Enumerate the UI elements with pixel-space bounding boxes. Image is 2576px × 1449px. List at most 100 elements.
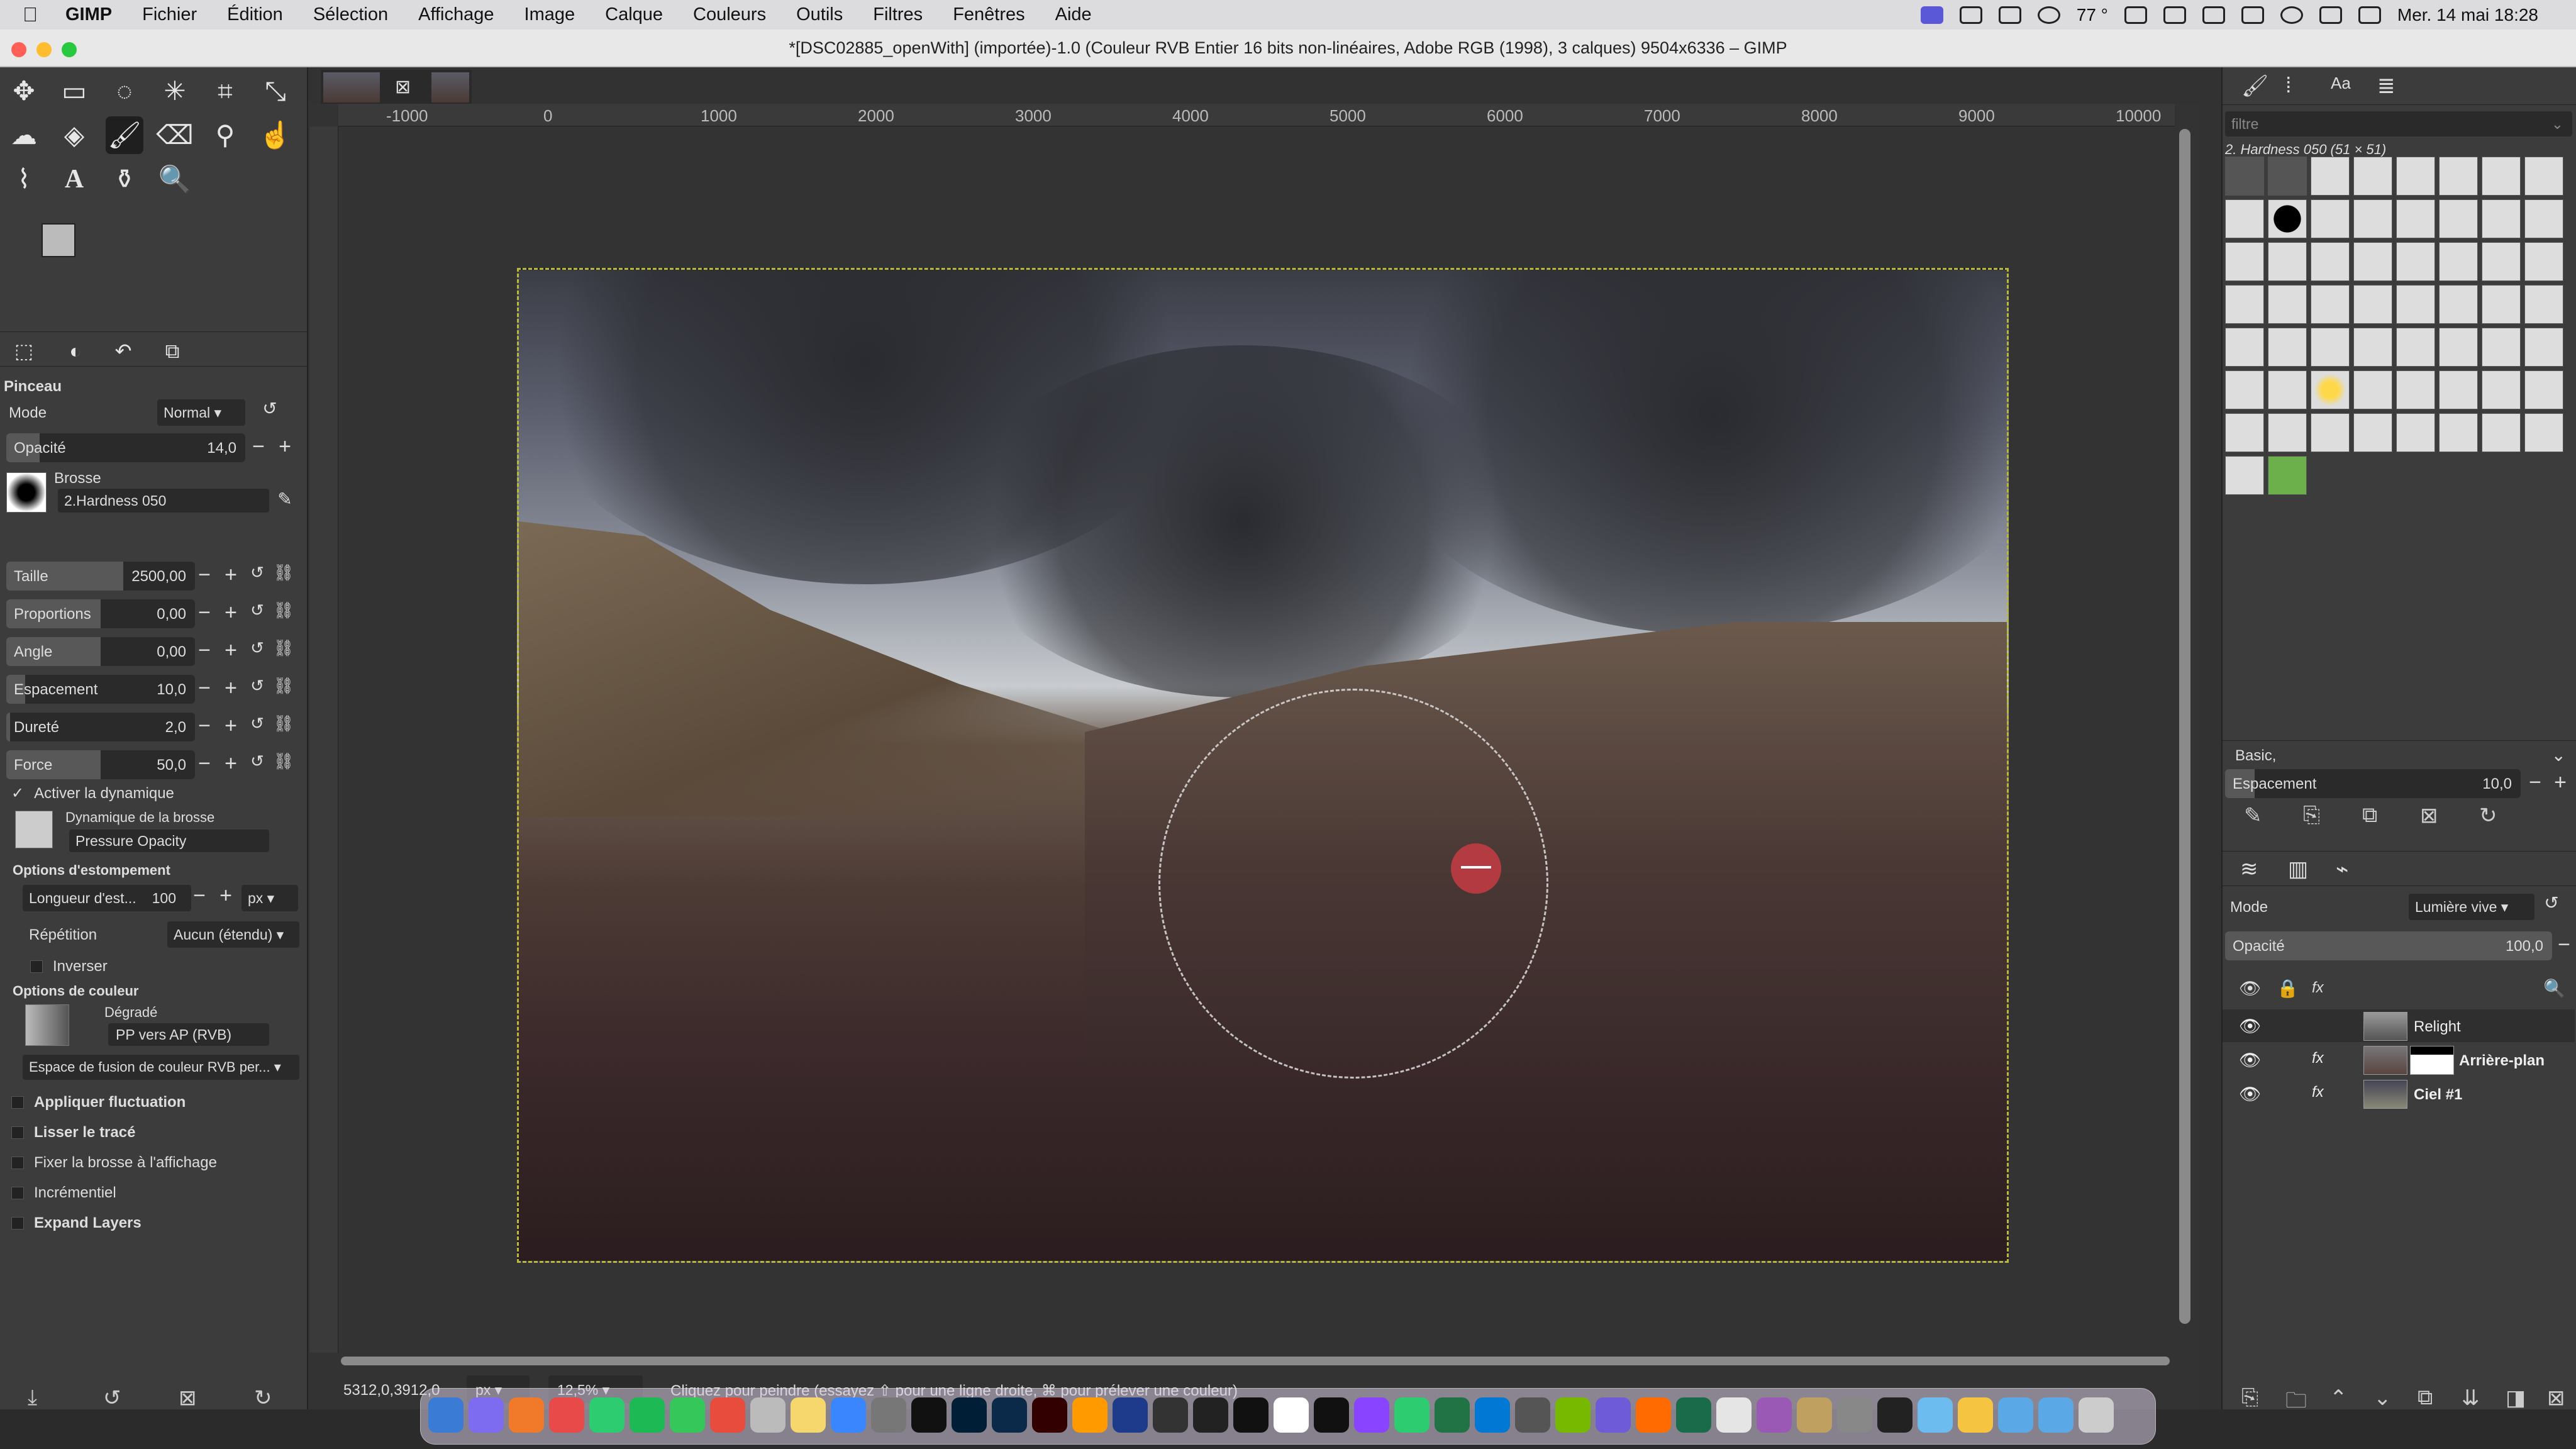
bucket-fill-tool-icon[interactable]: ◈: [55, 116, 93, 154]
brush-preset[interactable]: [2482, 199, 2521, 238]
dock-app-icon[interactable]: [630, 1397, 665, 1433]
warp-tool-icon[interactable]: ☁: [5, 116, 43, 154]
dock-app-icon[interactable]: [1113, 1397, 1148, 1433]
fade-length-field[interactable]: Longueur d'est... 100: [23, 885, 191, 911]
duplicate-brush-icon[interactable]: ⧉: [2362, 803, 2377, 828]
crop-tool-icon[interactable]: ⌗: [206, 72, 244, 110]
foreground-color-swatch[interactable]: [42, 223, 75, 257]
decrease-button[interactable]: −: [192, 714, 216, 738]
dock-app-icon[interactable]: [1555, 1397, 1591, 1433]
link-icon[interactable]: ⛓: [272, 638, 296, 658]
menu-couleurs[interactable]: Couleurs: [693, 4, 766, 25]
fx-icon[interactable]: fx: [2312, 1050, 2324, 1067]
brush-preset[interactable]: [2524, 285, 2563, 324]
menu-aide[interactable]: Aide: [1055, 4, 1092, 25]
new-layer-icon[interactable]: ⎘: [2241, 1385, 2258, 1410]
camera-icon[interactable]: [1959, 6, 1982, 24]
dock-app-icon[interactable]: [589, 1397, 625, 1433]
layer-name[interactable]: Ciel #1: [2414, 1086, 2462, 1104]
restore-preset-icon[interactable]: ↺: [103, 1385, 121, 1411]
brush-preset[interactable]: [2396, 157, 2435, 196]
brush-preset[interactable]: [2353, 413, 2392, 452]
dock-app-icon[interactable]: [1596, 1397, 1631, 1433]
window-titlebar[interactable]: *[DSC02885_openWith] (importée)-1.0 (Cou…: [0, 30, 2576, 67]
mode-reset-icon[interactable]: ↺: [258, 398, 282, 419]
mode-dropdown[interactable]: Normal ▾: [157, 399, 245, 426]
lock-header-icon[interactable]: 🔒: [2277, 978, 2299, 999]
reset-icon[interactable]: ↺: [245, 752, 269, 771]
channels-tab-icon[interactable]: ▥: [2288, 857, 2308, 882]
dock-app-icon[interactable]: [469, 1397, 504, 1433]
dock-app-icon[interactable]: [549, 1397, 584, 1433]
fade-length-decrease[interactable]: −: [187, 884, 211, 908]
dock-app-icon[interactable]: [1797, 1397, 1832, 1433]
dock-app-icon[interactable]: [831, 1397, 866, 1433]
visibility-header-icon[interactable]: 👁: [2239, 978, 2262, 999]
expand-layers-checkbox[interactable]: Expand Layers: [11, 1214, 142, 1232]
menu-image[interactable]: Image: [525, 4, 575, 25]
dock-app-icon[interactable]: [1716, 1397, 1752, 1433]
eye-icon[interactable]: 👁: [2239, 1016, 2262, 1036]
user-icon[interactable]: [2280, 6, 2303, 24]
brush-preset[interactable]: [2396, 370, 2435, 409]
apply-jitter-checkbox[interactable]: Appliquer fluctuation: [11, 1094, 186, 1111]
increase-button[interactable]: +: [219, 563, 243, 587]
dock-app-icon[interactable]: [2079, 1397, 2114, 1433]
duplicate-layer-icon[interactable]: ⧉: [2418, 1385, 2433, 1410]
brush-preset[interactable]: [2353, 199, 2392, 238]
dock-app-icon[interactable]: [1918, 1397, 1953, 1433]
layer-name[interactable]: Arrière-plan: [2459, 1052, 2545, 1070]
images-tab-icon[interactable]: ⧉: [153, 332, 191, 370]
brush-preset[interactable]: [2439, 199, 2478, 238]
dynamics-preview-icon[interactable]: [15, 811, 53, 848]
reset-icon[interactable]: ↺: [245, 714, 269, 733]
screen-mirroring-icon[interactable]: [1920, 6, 1943, 24]
brush-preset[interactable]: [2396, 328, 2435, 367]
volume-icon[interactable]: [2319, 6, 2342, 24]
brush-preset[interactable]: [2482, 328, 2521, 367]
brush-preset[interactable]: [2225, 199, 2264, 238]
brush-preset[interactable]: [2524, 370, 2563, 409]
dock-app-icon[interactable]: [992, 1397, 1027, 1433]
brush-preset[interactable]: [2524, 242, 2563, 281]
brush-preset[interactable]: [2524, 328, 2563, 367]
eye-icon[interactable]: 👁: [2239, 1084, 2262, 1104]
layer-row[interactable]: 👁 fx Ciel #1: [2223, 1077, 2575, 1110]
horizontal-scrollbar[interactable]: [338, 1353, 2175, 1367]
fx-header-icon[interactable]: fx: [2312, 979, 2324, 997]
transform-tool-icon[interactable]: ⤡: [257, 72, 294, 110]
brush-preset[interactable]: [2311, 413, 2350, 452]
link-icon[interactable]: ⛓: [272, 563, 296, 582]
horizontal-ruler[interactable]: -1000 0 1000 2000 3000 4000 5000 6000 7000 8000 90…: [338, 104, 2175, 126]
clock[interactable]: Mer. 14 mai 18:28: [2397, 5, 2538, 25]
reset-icon[interactable]: ↺: [245, 676, 269, 696]
slider-3[interactable]: Espacement 10,0: [6, 675, 195, 704]
decrease-button[interactable]: −: [192, 563, 216, 587]
brush-preset[interactable]: [2353, 242, 2392, 281]
reset-icon[interactable]: ↺: [245, 638, 269, 658]
brush-preset[interactable]: [2524, 199, 2563, 238]
menu-filtres[interactable]: Filtres: [873, 4, 923, 25]
link-icon[interactable]: ⛓: [272, 676, 296, 696]
dynamics-field[interactable]: Pressure Opacity: [69, 830, 269, 852]
dock-app-icon[interactable]: [509, 1397, 544, 1433]
menu-app-gimp[interactable]: GIMP: [65, 4, 112, 25]
brush-preset[interactable]: [2268, 456, 2307, 495]
gradient-preview[interactable]: [25, 1004, 69, 1046]
dock-app-icon[interactable]: [750, 1397, 786, 1433]
slider-2[interactable]: Angle 0,00: [6, 637, 195, 666]
paths-tool-icon[interactable]: ⌇: [5, 160, 43, 198]
dock-app-icon[interactable]: [1877, 1397, 1913, 1433]
dock-app-icon[interactable]: [428, 1397, 464, 1433]
brush-preset[interactable]: [2353, 370, 2392, 409]
dock-app-icon[interactable]: [1998, 1397, 2033, 1433]
opacity-slider[interactable]: Opacité 14,0: [6, 433, 245, 462]
fuzzy-select-tool-icon[interactable]: ✳: [156, 72, 194, 110]
zoom-window-button[interactable]: [62, 42, 77, 57]
brush-preset[interactable]: [2353, 157, 2392, 196]
decrease-button[interactable]: −: [192, 601, 216, 625]
dock-app-icon[interactable]: [1837, 1397, 1872, 1433]
text-tool-icon[interactable]: A: [55, 160, 93, 198]
layer-opacity-decrease[interactable]: −: [2552, 933, 2576, 957]
brush-edit-icon[interactable]: ✎: [273, 489, 297, 509]
